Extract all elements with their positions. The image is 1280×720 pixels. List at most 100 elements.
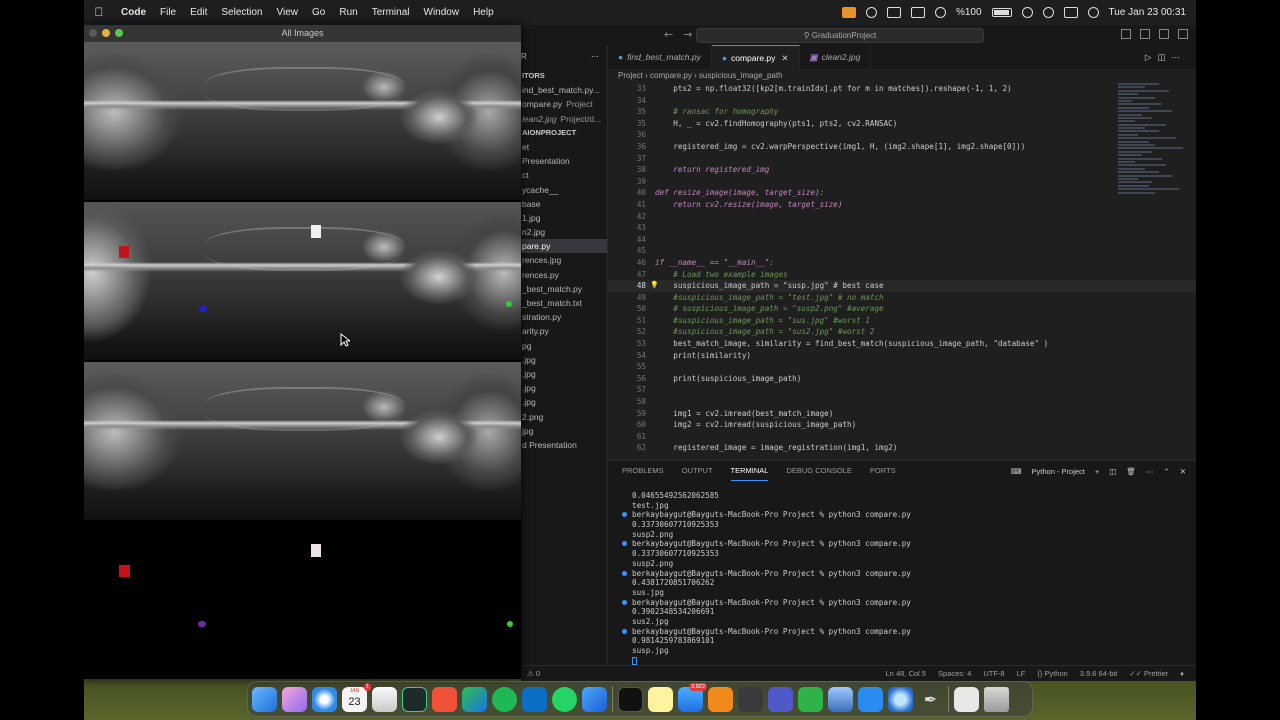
explorer-item[interactable]: pg — [521, 339, 607, 353]
tab-problems[interactable]: PROBLEMS — [622, 461, 664, 481]
battery-icon[interactable] — [991, 7, 1012, 17]
mail-icon[interactable]: 2.822 — [678, 682, 707, 712]
code-line[interactable]: 38 return registered_img — [608, 164, 1196, 176]
code-line[interactable]: 36 — [608, 129, 1196, 141]
tab-ports[interactable]: PORTS — [870, 461, 896, 481]
code-line[interactable]: 37 — [608, 153, 1196, 165]
spotlight-icon[interactable] — [1042, 6, 1054, 18]
status-problems[interactable]: ⚠ 0 — [521, 669, 540, 678]
more-actions-icon[interactable]: ⋯ — [1146, 467, 1154, 476]
explorer-item[interactable]: rences.jpg — [521, 253, 607, 267]
code-line[interactable]: 46 if __name__ == "__main__": — [608, 257, 1196, 269]
status-interpreter[interactable]: 3.9.6 64-bit — [1080, 669, 1118, 678]
new-terminal-icon[interactable]: + — [1095, 467, 1099, 476]
xcode-icon[interactable] — [582, 686, 607, 712]
explorer-item[interactable]: ind_best_match.py... — [521, 83, 607, 97]
menu-help[interactable]: Help — [466, 7, 501, 18]
tab-compare[interactable]: ● compare.py ✕ — [711, 45, 800, 69]
code-line[interactable]: 55 — [608, 361, 1196, 373]
record-icon[interactable] — [865, 6, 877, 18]
pen-tool-icon[interactable]: ✒ — [918, 687, 943, 712]
terminal-name[interactable]: Python - Project — [1032, 467, 1085, 476]
explorer-item[interactable]: ITORS — [521, 69, 607, 83]
toggle-sidebar-icon[interactable] — [1121, 29, 1131, 39]
code-line[interactable]: 56 print(suspicious_image_path) — [608, 373, 1196, 385]
command-decoration-icon[interactable] — [622, 599, 627, 605]
menu-window[interactable]: Window — [417, 7, 467, 18]
status-encoding[interactable]: UTF-8 — [983, 669, 1004, 678]
explorer-item[interactable]: stration.py — [521, 310, 607, 324]
code-line[interactable]: 59 img1 = cv2.imread(best_match_image) — [608, 408, 1196, 420]
menu-run[interactable]: Run — [332, 7, 364, 18]
menu-file[interactable]: File — [153, 7, 183, 18]
menubar-clock[interactable]: Tue Jan 23 00:31 — [1109, 7, 1186, 18]
close-window-icon[interactable] — [89, 29, 97, 37]
explorer-item[interactable]: rences.py — [521, 268, 607, 282]
car-icon[interactable] — [910, 6, 925, 18]
finder-icon[interactable] — [252, 686, 277, 712]
downloads-stack-icon[interactable] — [954, 686, 979, 712]
explorer-item[interactable]: n2.jpg — [521, 225, 607, 239]
menu-app-name[interactable]: Code — [114, 7, 153, 18]
explorer-item[interactable]: base — [521, 197, 607, 211]
explorer-item[interactable]: 1.jpg — [521, 211, 607, 225]
split-terminal-icon[interactable]: ◫ — [1109, 467, 1116, 476]
code-line[interactable]: 45 — [608, 245, 1196, 257]
play-icon[interactable] — [934, 6, 946, 18]
status-cursor-position[interactable]: Ln 48, Col 5 — [886, 669, 926, 678]
explorer-item[interactable]: arity.py — [521, 324, 607, 338]
toggle-secondary-sidebar-icon[interactable] — [1159, 29, 1169, 39]
code-line[interactable]: 48 💡 suspicious_image_path = "susp.jpg" #… — [608, 280, 1196, 292]
explorer-item[interactable]: .jpg — [521, 353, 607, 367]
explorer-item[interactable]: pare.py — [521, 239, 607, 254]
whatsapp-icon[interactable] — [552, 686, 577, 712]
code-line[interactable]: 41 return cv2.resize(image, target_size) — [608, 199, 1196, 211]
explorer-item[interactable]: ompare.py Project — [521, 97, 607, 111]
maximize-panel-icon[interactable]: ⌃ — [1163, 467, 1169, 476]
code-line[interactable]: 58 — [608, 396, 1196, 408]
explorer-item[interactable]: et — [521, 140, 607, 154]
breadcrumb-symbol[interactable]: suspicious_image_path — [699, 71, 783, 80]
explorer-item[interactable]: jpg — [521, 424, 607, 438]
explorer-item[interactable]: d Presentation — [521, 438, 607, 452]
vscode-icon[interactable] — [522, 686, 547, 712]
explorer-item[interactable]: .jpg — [521, 367, 607, 381]
notifications-bell-icon[interactable]: ♦ — [1180, 669, 1184, 678]
split-editor-icon[interactable]: ◫ — [1157, 52, 1171, 62]
command-decoration-icon[interactable] — [622, 628, 627, 634]
menu-go[interactable]: Go — [305, 7, 332, 18]
breadcrumb-file[interactable]: compare.py — [650, 71, 692, 80]
tab-output[interactable]: OUTPUT — [682, 461, 713, 481]
minimize-window-icon[interactable] — [102, 29, 110, 37]
code-line[interactable]: 62 registered_image = image_registration… — [608, 442, 1196, 454]
terminal-output[interactable]: 0.04655492562062585 test.jpg berkaybaygut@… — [608, 481, 1196, 665]
zoom-window-icon[interactable] — [115, 29, 123, 37]
trash-icon[interactable] — [984, 686, 1009, 712]
code-line[interactable]: 35 # ransac for homography — [608, 106, 1196, 118]
command-decoration-icon[interactable] — [622, 541, 627, 547]
tab-terminal[interactable]: TERMINAL — [730, 461, 769, 481]
tab-debug-console[interactable]: DEBUG CONSOLE — [786, 461, 851, 481]
launchpad-icon[interactable] — [282, 686, 307, 712]
explorer-item[interactable]: _best_match.txt — [521, 296, 607, 310]
notes-icon[interactable] — [648, 686, 673, 712]
menu-terminal[interactable]: Terminal — [365, 7, 417, 18]
menu-selection[interactable]: Selection — [214, 7, 269, 18]
explorer-item[interactable]: .jpg — [521, 395, 607, 409]
status-prettier[interactable]: ✓✓ Prettier — [1129, 669, 1168, 678]
command-decoration-icon[interactable] — [622, 512, 627, 518]
customize-layout-icon[interactable] — [1178, 29, 1188, 39]
keynote-icon[interactable] — [858, 686, 883, 712]
status-eol[interactable]: LF — [1017, 669, 1026, 678]
tab-clean2[interactable]: ▣ clean2.jpg — [800, 45, 872, 69]
more-actions-icon[interactable]: ⋯ — [591, 45, 599, 69]
code-line[interactable]: 44 — [608, 234, 1196, 246]
terminal-prompt[interactable] — [622, 656, 1196, 666]
close-icon[interactable]: ✕ — [1180, 467, 1186, 476]
explorer-item[interactable]: ycache__ — [521, 183, 607, 197]
explorer-item[interactable]: ct — [521, 168, 607, 182]
explorer-item[interactable]: _best_match.py — [521, 282, 607, 296]
command-center-search[interactable]: ⚲ GraduationProject — [696, 28, 984, 43]
explorer-item[interactable]: Presentation — [521, 154, 607, 168]
explorer-item[interactable]: AIONPROJECT — [521, 126, 607, 140]
